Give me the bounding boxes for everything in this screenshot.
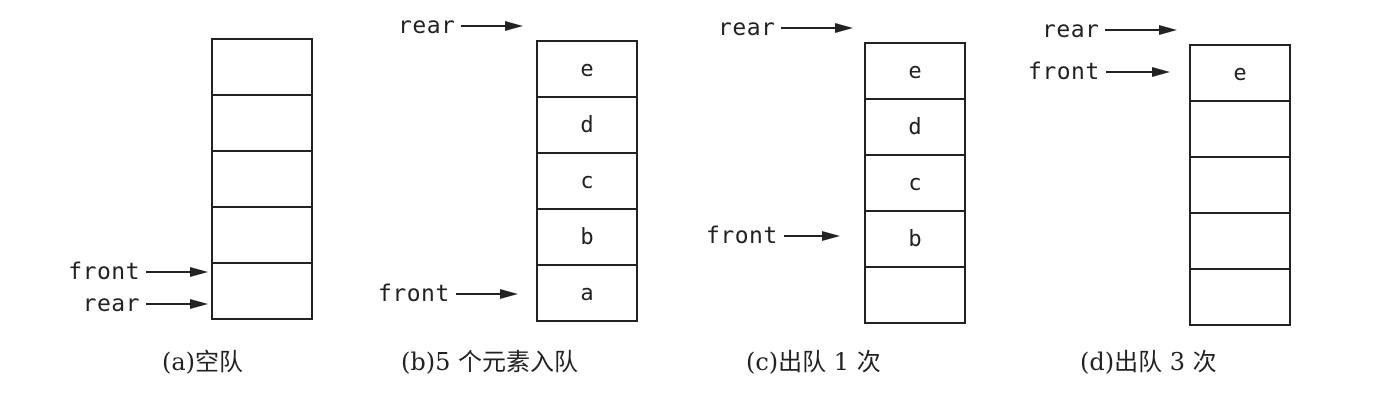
queue-cell-0 <box>213 40 311 96</box>
front-pointer-label: front <box>378 281 450 307</box>
arrow-icon <box>1105 25 1178 35</box>
rear-pointer-label: rear <box>718 15 776 41</box>
arrow-icon <box>783 231 840 241</box>
queue-array: e d c b <box>864 42 966 324</box>
rear-pointer-label: rear <box>82 291 140 317</box>
queue-diagram: { "panels": [ { "caption": "(a)空队", "cel… <box>0 0 1390 412</box>
panel-c-dequeue-once: e d c b rear front (c)出队 1 次 <box>680 0 1020 412</box>
arrow-icon <box>781 23 854 33</box>
rear-pointer-label: rear <box>398 13 456 39</box>
arrow-icon <box>146 299 208 309</box>
panel-caption: (b)5 个元素入队 <box>401 348 578 376</box>
front-pointer-label: front <box>68 259 140 285</box>
rear-pointer: rear <box>398 13 524 39</box>
queue-cell-4 <box>213 264 311 320</box>
queue-cell-3 <box>213 208 311 264</box>
arrow-icon <box>146 267 208 277</box>
queue-cell-1: d <box>866 100 964 156</box>
front-pointer: front <box>706 223 840 249</box>
panel-d-dequeue-three: e rear front (d)出队 3 次 <box>1020 0 1360 412</box>
front-pointer: front <box>1028 59 1170 85</box>
rear-pointer: rear <box>718 15 854 41</box>
rear-pointer-label: rear <box>1042 17 1100 43</box>
queue-cell-4: a <box>538 266 636 322</box>
panel-caption: (d)出队 3 次 <box>1080 348 1217 376</box>
queue-cell-3 <box>1191 214 1289 270</box>
queue-cell-0: e <box>866 44 964 100</box>
panel-a-empty-queue: front rear (a)空队 <box>0 0 340 412</box>
queue-cell-2 <box>1191 158 1289 214</box>
queue-cell-3: b <box>866 212 964 268</box>
queue-cell-1: d <box>538 98 636 154</box>
queue-array <box>211 38 313 320</box>
arrow-icon <box>461 21 524 31</box>
queue-array: e <box>1189 44 1291 326</box>
queue-cell-1 <box>213 96 311 152</box>
rear-pointer: rear <box>1042 17 1178 43</box>
queue-cell-1 <box>1191 102 1289 158</box>
front-pointer-label: front <box>1028 59 1100 85</box>
front-pointer: front <box>68 259 208 285</box>
queue-cell-2 <box>213 152 311 208</box>
panel-b-five-enqueued: e d c b a rear front (b)5 个元素入队 <box>340 0 680 412</box>
rear-pointer: rear <box>82 291 208 317</box>
front-pointer: front <box>378 281 518 307</box>
panel-caption: (a)空队 <box>162 348 244 376</box>
front-pointer-label: front <box>706 223 778 249</box>
panel-caption: (c)出队 1 次 <box>746 348 881 376</box>
arrow-icon <box>455 289 518 299</box>
queue-array: e d c b a <box>536 40 638 322</box>
arrow-icon <box>1105 67 1170 77</box>
queue-cell-0: e <box>1191 46 1289 102</box>
queue-cell-2: c <box>866 156 964 212</box>
queue-cell-4 <box>1191 270 1289 326</box>
queue-cell-0: e <box>538 42 636 98</box>
queue-cell-4 <box>866 268 964 324</box>
queue-cell-3: b <box>538 210 636 266</box>
queue-cell-2: c <box>538 154 636 210</box>
